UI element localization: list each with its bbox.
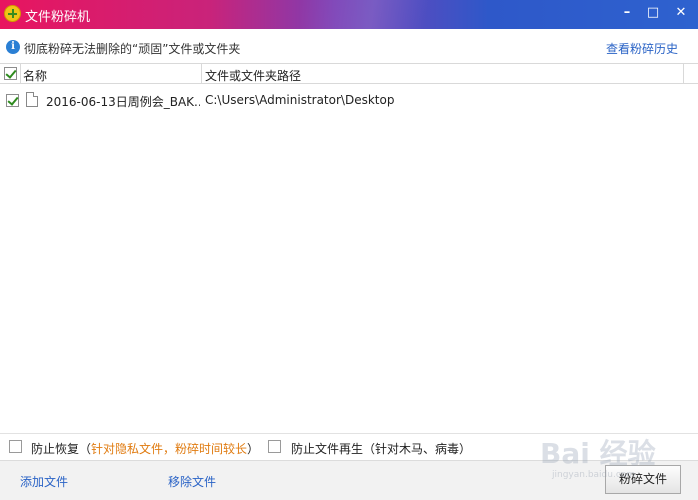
prevent-recovery-checkbox[interactable] [9,440,22,453]
add-file-link[interactable]: 添加文件 [20,473,68,490]
info-icon: i [6,40,20,54]
close-button[interactable]: ✕ [670,3,692,23]
file-path-cell: C:\Users\Administrator\Desktop [205,93,395,107]
prevent-regeneration-checkbox[interactable] [268,440,281,453]
maximize-button[interactable]: □ [642,3,664,23]
prevent-recovery-note: 针对隐私文件，粉碎时间较长 [91,442,248,456]
info-text: 彻底粉碎无法删除的“顽固”文件或文件夹 [24,42,241,56]
file-name-cell: 2016-06-13日周例会_BAK... [46,95,200,109]
title-bar: 文件粉碎机 – □ ✕ [0,0,698,29]
row-checkbox[interactable] [6,94,19,107]
minimize-button[interactable]: – [616,3,638,23]
column-header-path[interactable]: 文件或文件夹路径 [205,67,301,84]
shred-files-button[interactable]: 粉碎文件 [605,465,681,494]
prevent-regeneration-label[interactable]: 防止文件再生（针对木马、病毒） [291,440,471,457]
prevent-recovery-text: 防止恢复（ [31,442,92,456]
table-row[interactable]: 2016-06-13日周例会_BAK... C:\Users\Administr… [0,90,698,110]
bottom-bar: 添加文件 移除文件 粉碎文件 [0,460,698,500]
options-bar: 防止恢复（针对隐私文件，粉碎时间较长） 防止文件再生（针对木马、病毒） [0,433,698,460]
window-title: 文件粉碎机 [25,10,91,25]
column-divider[interactable] [683,64,684,83]
prevent-recovery-label[interactable]: 防止恢复（针对隐私文件，粉碎时间较长） [31,440,259,457]
table-header: 名称 文件或文件夹路径 [0,63,698,84]
info-bar: i 彻底粉碎无法删除的“顽固”文件或文件夹 查看粉碎历史 [0,29,698,63]
checkmark-icon [5,67,17,79]
file-icon [26,92,38,107]
remove-file-link[interactable]: 移除文件 [168,473,216,490]
view-history-link[interactable]: 查看粉碎历史 [606,40,678,57]
column-divider[interactable] [201,64,202,83]
prevent-recovery-close: ） [247,442,260,456]
select-all-checkbox[interactable] [4,67,17,80]
column-divider[interactable] [20,64,21,83]
column-header-name[interactable]: 名称 [23,67,47,84]
checkmark-icon [7,94,19,106]
shredder-app-icon [4,5,21,22]
